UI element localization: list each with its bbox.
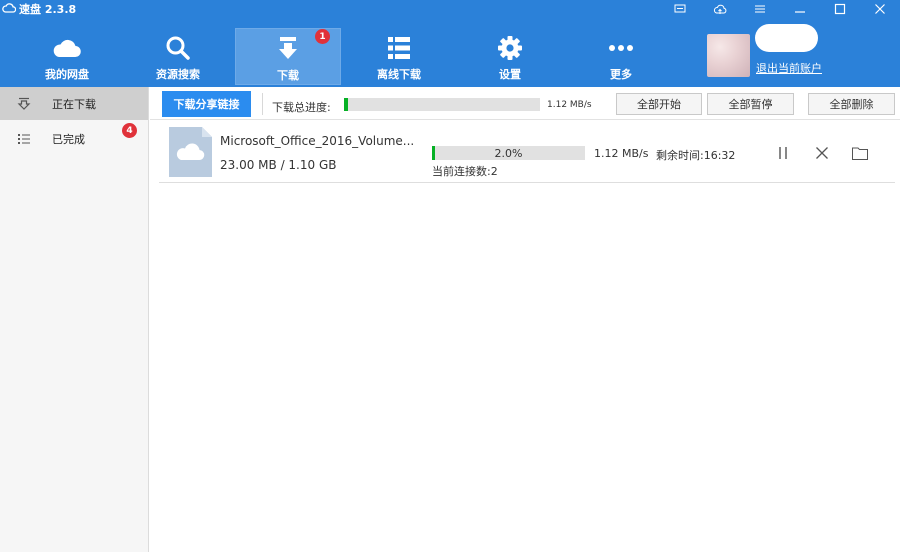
nav-offline-download[interactable]: 离线下载 (346, 28, 452, 85)
sidebar-item-completed[interactable]: 已完成 4 (0, 122, 148, 155)
sidebar-item-label: 正在下载 (52, 97, 96, 111)
window-controls (660, 0, 900, 18)
total-progress-label: 下载总进度: (272, 101, 331, 114)
toolbar-divider (262, 93, 263, 115)
completed-count-badge: 4 (122, 123, 137, 138)
download-toolbar: 下载分享链接 下载总进度: 1.12 MB/s 全部开始 全部暂停 全部删除 (150, 87, 900, 120)
search-icon (163, 33, 193, 63)
nav-label: 设置 (499, 68, 521, 81)
nav-label: 更多 (610, 68, 632, 81)
item-progress-bar: 2.0% (432, 146, 585, 160)
nav-label: 离线下载 (377, 68, 421, 81)
file-size: 23.00 MB / 1.10 GB (220, 158, 337, 172)
close-icon[interactable] (860, 0, 900, 18)
title-bar: 速盘 2.3.8 (2, 2, 76, 16)
nav-download[interactable]: 下载 1 (235, 28, 341, 85)
logout-link[interactable]: 退出当前账户 (756, 60, 822, 76)
sidebar: 正在下载 已完成 4 (0, 87, 149, 552)
folder-icon[interactable] (851, 144, 869, 162)
nav-label: 资源搜索 (156, 68, 200, 81)
cancel-icon[interactable] (813, 144, 831, 162)
upload-cloud-icon[interactable] (700, 0, 740, 18)
minimize-icon[interactable] (780, 0, 820, 18)
total-speed: 1.12 MB/s (547, 100, 592, 110)
delete-all-button[interactable]: 全部删除 (808, 93, 895, 115)
app-title: 速盘 2.3.8 (19, 3, 77, 16)
item-speed: 1.12 MB/s (594, 147, 649, 160)
download-count-badge: 1 (315, 29, 330, 44)
pause-all-button[interactable]: 全部暂停 (707, 93, 794, 115)
account-name-pill (755, 24, 818, 52)
app-logo-icon (2, 2, 17, 16)
pause-icon[interactable] (774, 144, 792, 162)
downloading-icon (16, 96, 32, 112)
completed-list-icon (16, 131, 32, 147)
download-share-link-button[interactable]: 下载分享链接 (162, 91, 251, 117)
gear-icon (495, 33, 525, 63)
nav-settings[interactable]: 设置 (457, 28, 563, 85)
download-row[interactable]: Microsoft_Office_2016_Volume... 23.00 MB… (159, 121, 895, 183)
more-icon (606, 33, 636, 63)
nav-resource-search[interactable]: 资源搜索 (125, 28, 231, 85)
feedback-icon[interactable] (660, 0, 700, 18)
sidebar-item-downloading[interactable]: 正在下载 (0, 87, 148, 120)
avatar[interactable] (707, 34, 750, 77)
app-window: 速盘 2.3.8 我的网盘 资源搜索 下载 1 离线下载 设置 更多 退出当前账… (0, 0, 900, 552)
start-all-button[interactable]: 全部开始 (616, 93, 702, 115)
nav-label: 我的网盘 (45, 68, 89, 81)
top-bar: 速盘 2.3.8 我的网盘 资源搜索 下载 1 离线下载 设置 更多 退出当前账… (0, 0, 900, 87)
nav-more[interactable]: 更多 (568, 28, 674, 85)
file-cloud-icon (169, 127, 212, 177)
total-progress-fill (344, 98, 348, 111)
item-remaining-time: 剩余时间:16:32 (656, 149, 736, 162)
item-progress-text: 2.0% (494, 146, 523, 160)
nav-label: 下载 (277, 69, 299, 82)
download-icon (273, 34, 303, 64)
nav-my-drive[interactable]: 我的网盘 (14, 28, 120, 85)
maximize-icon[interactable] (820, 0, 860, 18)
item-connections: 当前连接数:2 (432, 165, 498, 178)
menu-icon[interactable] (740, 0, 780, 18)
sidebar-item-label: 已完成 (52, 132, 85, 146)
file-name: Microsoft_Office_2016_Volume... (220, 134, 415, 148)
list-icon (384, 33, 414, 63)
cloud-icon (52, 33, 82, 63)
total-progress-bar (344, 98, 540, 111)
